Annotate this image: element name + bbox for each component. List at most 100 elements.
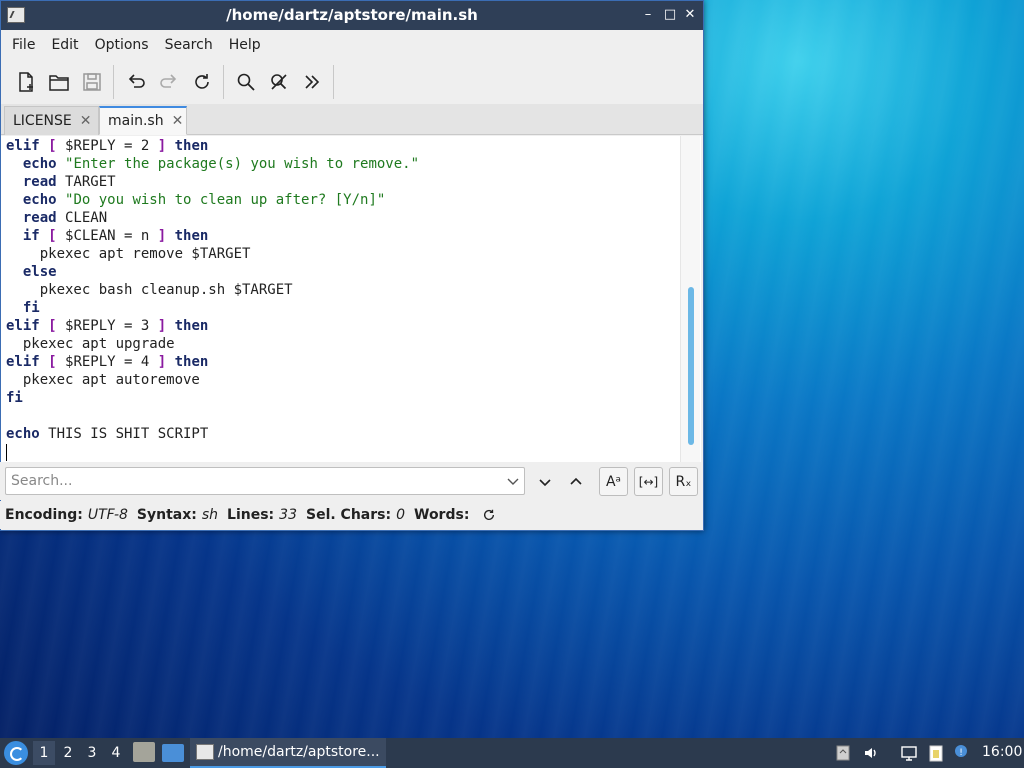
window-title: /home/dartz/aptstore/main.sh xyxy=(226,6,478,24)
find-replace-icon xyxy=(270,74,287,90)
menu-edit[interactable]: Edit xyxy=(43,37,86,53)
find-replace-button[interactable] xyxy=(262,65,295,99)
close-tab-icon[interactable]: ✕ xyxy=(172,113,184,129)
code-line: echo "Enter the package(s) you wish to r… xyxy=(22,156,420,172)
lines-label: Lines: xyxy=(227,507,275,523)
maximize-button[interactable]: □ xyxy=(661,6,679,24)
find-icon xyxy=(237,73,255,91)
notification-icon[interactable]: ! xyxy=(953,744,971,762)
workspace-1[interactable]: 1 xyxy=(33,741,55,765)
redo-button[interactable] xyxy=(152,65,185,99)
close-window-button[interactable]: ✕ xyxy=(681,6,699,24)
code-line: fi xyxy=(22,300,40,316)
more-icon xyxy=(304,75,319,89)
save-icon xyxy=(82,73,101,91)
search-input[interactable] xyxy=(5,467,525,495)
network-icon[interactable] xyxy=(900,744,918,762)
file-manager-icon[interactable] xyxy=(133,742,155,762)
match-case-button[interactable]: Aᵃ xyxy=(599,467,628,496)
folder-icon[interactable] xyxy=(162,744,184,762)
tab-main-sh[interactable]: main.sh ✕ xyxy=(99,106,187,135)
code-line: pkexec bash cleanup.sh $TARGET xyxy=(6,282,293,298)
save-button[interactable] xyxy=(75,65,108,99)
code-line: echo THIS IS SHIT SCRIPT xyxy=(6,426,209,442)
regex-button[interactable]: Rₓ xyxy=(669,467,698,496)
chevron-up-icon xyxy=(569,477,582,485)
taskbar: 1 2 3 4 /home/dartz/aptstore... ! 16:00 xyxy=(0,738,1024,768)
syntax-value: sh xyxy=(201,507,219,523)
scrollbar-thumb[interactable] xyxy=(688,287,694,445)
lines-value: 33 xyxy=(279,507,297,523)
workspace-4[interactable]: 4 xyxy=(105,741,127,765)
sel-chars-label: Sel. Chars: xyxy=(305,507,392,523)
syntax-label: Syntax: xyxy=(136,507,197,523)
open-file-button[interactable] xyxy=(42,65,75,99)
refresh-icon[interactable] xyxy=(482,508,496,522)
undo-icon xyxy=(128,74,145,88)
encoding-value: UTF-8 xyxy=(87,507,128,523)
code-line: fi xyxy=(6,390,23,406)
code-lines: elif [ $REPLY = 2 ] then echo "Enter the… xyxy=(6,137,419,461)
whole-word-button[interactable]: [↔] xyxy=(634,467,663,496)
tab-license[interactable]: LICENSE ✕ xyxy=(4,106,99,135)
svg-text:!: ! xyxy=(959,748,963,758)
menu-help[interactable]: Help xyxy=(221,37,269,53)
find-next-button[interactable] xyxy=(530,467,559,496)
tab-label: LICENSE xyxy=(13,113,72,129)
toolbar-separator xyxy=(223,65,224,99)
clipboard-icon[interactable] xyxy=(834,744,852,762)
start-menu-icon[interactable] xyxy=(4,741,28,765)
encoding-label: Encoding: xyxy=(5,507,83,523)
minimize-button[interactable]: – xyxy=(639,6,657,24)
redo-icon xyxy=(159,74,176,88)
reload-icon xyxy=(194,74,209,89)
undo-button[interactable] xyxy=(119,65,152,99)
text-caret xyxy=(6,444,7,461)
find-previous-button[interactable] xyxy=(561,467,590,496)
more-button[interactable] xyxy=(295,65,328,99)
code-line: read TARGET xyxy=(22,174,116,190)
code-line: pkexec apt remove $TARGET xyxy=(6,246,251,262)
toolbar-separator xyxy=(333,65,334,99)
code-line: else xyxy=(22,264,57,280)
search-bar: Aᵃ [↔] Rₓ xyxy=(0,462,702,500)
taskbar-window-title: /home/dartz/aptstore... xyxy=(218,744,380,760)
toolbar xyxy=(1,60,703,104)
titlebar[interactable]: /home/dartz/aptstore/main.sh – □ ✕ xyxy=(1,1,703,30)
workspace-2[interactable]: 2 xyxy=(57,741,79,765)
open-folder-icon xyxy=(48,75,69,91)
code-line: if [ $CLEAN = n ] then xyxy=(22,228,209,244)
code-line: pkexec apt autoremove xyxy=(6,372,200,388)
code-editor[interactable]: elif [ $REPLY = 2 ] then echo "Enter the… xyxy=(1,136,701,462)
volume-icon[interactable] xyxy=(862,744,880,762)
battery-icon[interactable] xyxy=(927,744,945,762)
reload-button[interactable] xyxy=(185,65,218,99)
menu-search[interactable]: Search xyxy=(157,37,221,53)
find-button[interactable] xyxy=(229,65,262,99)
menu-options[interactable]: Options xyxy=(87,37,157,53)
status-bar: Encoding: UTF-8 Syntax: sh Lines: 33 Sel… xyxy=(0,501,702,529)
code-line: pkexec apt upgrade xyxy=(6,336,175,352)
menubar: File Edit Options Search Help xyxy=(1,30,703,60)
sel-chars-value: 0 xyxy=(396,507,405,523)
workspace-3[interactable]: 3 xyxy=(81,741,103,765)
code-line: read CLEAN xyxy=(22,210,108,226)
close-tab-icon[interactable]: ✕ xyxy=(80,113,92,129)
tab-label: main.sh xyxy=(108,113,164,129)
code-line: elif [ $REPLY = 4 ] then xyxy=(6,354,209,370)
taskbar-window-button[interactable]: /home/dartz/aptstore... xyxy=(190,738,386,768)
toolbar-separator xyxy=(113,65,114,99)
menu-file[interactable]: File xyxy=(4,37,43,53)
words-label: Words: xyxy=(414,507,470,523)
code-line: echo "Do you wish to clean up after? [Y/… xyxy=(22,192,386,208)
text-editor-icon xyxy=(196,744,214,760)
new-file-button[interactable] xyxy=(9,65,42,99)
clock: 16:00 xyxy=(982,744,1023,760)
new-file-icon xyxy=(18,72,33,92)
code-line: elif [ $REPLY = 2 ] then xyxy=(6,138,209,154)
chevron-down-icon xyxy=(538,478,551,486)
chevron-down-icon[interactable] xyxy=(505,473,521,489)
code-line: elif [ $REPLY = 3 ] then xyxy=(6,318,209,334)
